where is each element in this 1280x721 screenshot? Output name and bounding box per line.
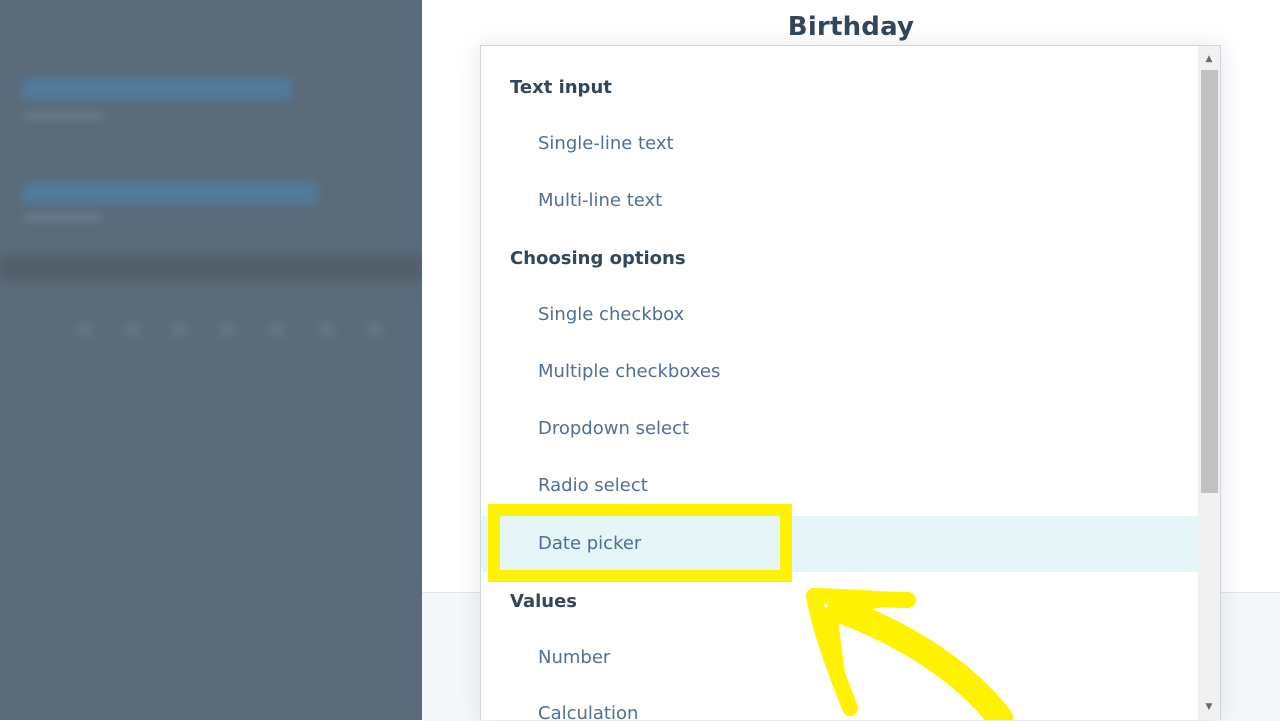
option-single-line-text[interactable]: Single-line text — [481, 116, 1198, 172]
blurred-band — [0, 255, 422, 281]
blurred-toolbar-icon — [172, 323, 186, 337]
option-dropdown-select[interactable]: Dropdown select — [481, 401, 1198, 457]
blurred-subtext-2 — [24, 214, 102, 221]
blurred-toolbar-icon — [270, 323, 284, 337]
triangle-up-icon[interactable]: ▲ — [1198, 48, 1220, 70]
option-number[interactable]: Number — [481, 630, 1198, 686]
blurred-toolbar-icon — [78, 323, 92, 337]
blurred-subtext-1 — [24, 112, 104, 119]
dropdown-scrollbar[interactable]: ▲ ▼ — [1198, 46, 1220, 720]
option-radio-select[interactable]: Radio select — [481, 458, 1198, 514]
blurred-heading-1 — [22, 78, 292, 100]
group-header-text-input: Text input — [510, 77, 612, 98]
option-date-picker[interactable]: Date picker — [481, 516, 1198, 572]
scrollbar-thumb[interactable] — [1201, 70, 1218, 493]
group-header-values: Values — [510, 591, 577, 612]
option-multiple-checkboxes[interactable]: Multiple checkboxes — [481, 344, 1198, 400]
background-overlay — [0, 0, 422, 720]
blurred-heading-2 — [22, 182, 318, 204]
page-title: Birthday — [787, 12, 915, 42]
blurred-toolbar-icon — [320, 323, 334, 337]
group-header-choosing-options: Choosing options — [510, 248, 686, 269]
option-multi-line-text[interactable]: Multi-line text — [481, 173, 1198, 229]
option-calculation[interactable]: Calculation — [481, 686, 1198, 720]
blurred-toolbar-icon — [126, 323, 140, 337]
blurred-toolbar-icon — [220, 323, 234, 337]
blurred-toolbar-icon — [368, 323, 382, 337]
option-single-checkbox[interactable]: Single checkbox — [481, 287, 1198, 343]
triangle-down-icon[interactable]: ▼ — [1198, 696, 1220, 718]
field-type-dropdown[interactable]: Text input Single-line text Multi-line t… — [480, 45, 1221, 720]
